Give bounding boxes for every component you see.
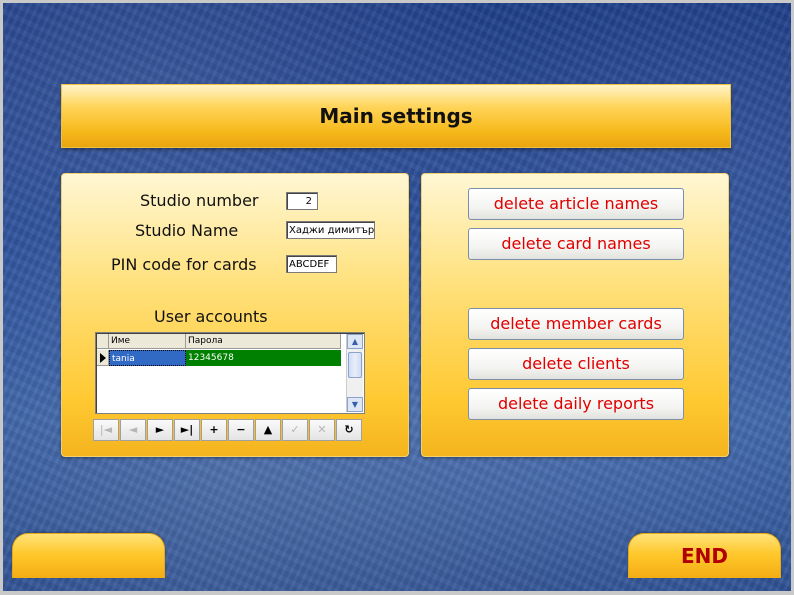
title-banner: Main settings xyxy=(61,84,731,148)
page-title: Main settings xyxy=(319,104,473,128)
end-button[interactable]: END xyxy=(628,533,781,578)
left-footer-tab[interactable] xyxy=(12,533,165,578)
user-accounts-label: User accounts xyxy=(154,307,268,326)
edit-record-button[interactable]: ▲ xyxy=(255,419,281,441)
scroll-thumb[interactable] xyxy=(348,352,362,378)
row-indicator xyxy=(97,350,109,366)
grid-corner xyxy=(97,334,109,349)
delete-card-names-button[interactable]: delete card names xyxy=(468,228,684,260)
delete-daily-reports-button[interactable]: delete daily reports xyxy=(468,388,684,420)
table-cell-password[interactable]: 12345678 xyxy=(186,350,341,366)
delete-article-names-button[interactable]: delete article names xyxy=(468,188,684,220)
column-header-password[interactable]: Парола xyxy=(186,334,341,349)
settings-panel: Studio number 2 Studio Name Хаджи димитъ… xyxy=(61,173,409,457)
cancel-record-button[interactable]: ✕ xyxy=(309,419,335,441)
post-record-button[interactable]: ✓ xyxy=(282,419,308,441)
column-header-name[interactable]: Име xyxy=(109,334,186,349)
studio-name-label: Studio Name xyxy=(135,221,239,240)
pin-code-label: PIN code for cards xyxy=(111,255,257,274)
pin-code-field[interactable]: ABCDEF xyxy=(286,255,337,273)
prior-record-button[interactable]: ◄ xyxy=(120,419,146,441)
table-cell-name[interactable]: tania xyxy=(109,350,186,366)
delete-actions-panel: delete article names delete card names d… xyxy=(421,173,729,457)
studio-number-label: Studio number xyxy=(140,191,259,210)
delete-record-button[interactable]: − xyxy=(228,419,254,441)
grid-vertical-scrollbar[interactable]: ▲ ▼ xyxy=(346,334,363,412)
delete-clients-button[interactable]: delete clients xyxy=(468,348,684,380)
user-accounts-grid[interactable]: Име Парола tania 12345678 ▲ ▼ xyxy=(95,332,365,414)
record-navigator: |◄ ◄ ► ►| + − ▲ ✓ ✕ ↻ xyxy=(93,419,365,443)
delete-member-cards-button[interactable]: delete member cards xyxy=(468,308,684,340)
current-row-arrow-icon xyxy=(100,353,106,363)
scroll-down-icon[interactable]: ▼ xyxy=(347,397,363,412)
end-label: END xyxy=(680,544,728,568)
studio-name-field[interactable]: Хаджи димитър xyxy=(286,221,375,239)
last-record-button[interactable]: ►| xyxy=(174,419,200,441)
next-record-button[interactable]: ► xyxy=(147,419,173,441)
first-record-button[interactable]: |◄ xyxy=(93,419,119,441)
insert-record-button[interactable]: + xyxy=(201,419,227,441)
scroll-up-icon[interactable]: ▲ xyxy=(347,334,363,349)
studio-number-field[interactable]: 2 xyxy=(286,192,318,210)
refresh-record-button[interactable]: ↻ xyxy=(336,419,362,441)
